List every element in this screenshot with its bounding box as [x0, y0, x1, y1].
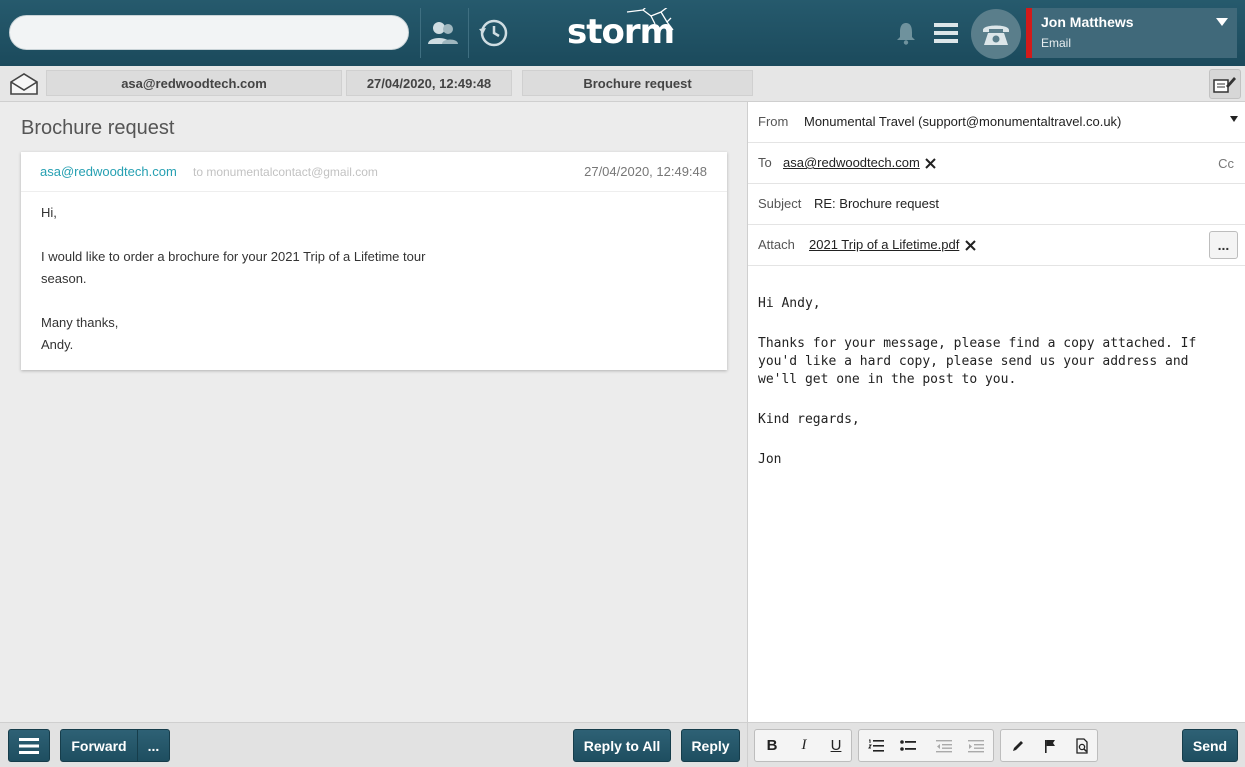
chevron-down-icon[interactable]	[1216, 18, 1228, 26]
phone-button[interactable]	[971, 9, 1021, 59]
user-name: Jon Matthews	[1041, 14, 1134, 30]
message-date: 27/04/2020, 12:49:48	[584, 164, 707, 179]
storm-logo: storm	[565, 8, 680, 58]
popout-button[interactable]	[1209, 69, 1241, 99]
bell-icon[interactable]	[886, 14, 926, 52]
menu-icon[interactable]	[926, 14, 966, 52]
user-channel: Email	[1041, 36, 1072, 50]
close-icon[interactable]	[925, 158, 937, 169]
outdent-button[interactable]	[928, 730, 960, 761]
search-input[interactable]	[9, 15, 409, 50]
message-header: asa@redwoodtech.com to monumentalcontact…	[21, 152, 727, 192]
from-select[interactable]: Monumental Travel (support@monumentaltra…	[804, 114, 1121, 129]
info-from: asa@redwoodtech.com	[46, 70, 342, 96]
forward-more-button[interactable]: ...	[137, 729, 170, 762]
chevron-down-icon[interactable]	[1230, 116, 1238, 122]
top-bar: storm Jon Matthews Email	[0, 0, 1245, 66]
indent-icon	[968, 739, 984, 752]
spellcheck-button[interactable]	[1066, 730, 1098, 761]
message-actions-bar: Forward ... Reply to All Reply	[0, 722, 747, 767]
from-row[interactable]: From Monumental Travel (support@monument…	[748, 102, 1245, 143]
popout-icon	[1213, 77, 1236, 93]
cc-toggle[interactable]: Cc	[1218, 156, 1234, 171]
forward-button[interactable]: Forward	[60, 729, 138, 762]
user-status-box[interactable]: Jon Matthews Email	[1026, 8, 1237, 58]
message-card: asa@redwoodtech.com to monumentalcontact…	[21, 152, 727, 370]
body-line: I would like to order a brochure for you…	[41, 249, 426, 264]
divider	[420, 8, 421, 58]
spellcheck-icon	[1076, 737, 1088, 754]
attach-row: Attach 2021 Trip of a Lifetime.pdf ...	[748, 225, 1245, 266]
message-body: Hi, I would like to order a brochure for…	[21, 192, 727, 366]
body-signature: Andy.	[41, 337, 74, 352]
menu-button[interactable]	[8, 729, 50, 762]
text-style-group: B I U	[754, 729, 852, 762]
compose-editor[interactable]: Hi Andy, Thanks for your message, please…	[758, 295, 1233, 491]
subject-row[interactable]: Subject RE: Brochure request	[748, 184, 1245, 225]
message-title: Brochure request	[21, 117, 175, 139]
italic-button[interactable]: I	[788, 730, 820, 761]
body-line: season.	[41, 271, 87, 286]
underline-button[interactable]: U	[820, 730, 852, 761]
phone-icon	[983, 25, 1009, 45]
reply-button[interactable]: Reply	[681, 729, 740, 762]
menu-icon	[19, 737, 39, 754]
body-greeting: Hi,	[41, 205, 57, 220]
bold-button[interactable]: B	[756, 730, 788, 761]
attachment-link[interactable]: 2021 Trip of a Lifetime.pdf	[809, 237, 959, 252]
compose-paragraph: Thanks for your message, please find a c…	[758, 336, 1197, 387]
contacts-icon[interactable]	[423, 14, 463, 52]
envelope-open-icon	[9, 72, 39, 99]
subject-field[interactable]: RE: Brochure request	[814, 196, 939, 211]
compose-signature: Jon	[758, 452, 782, 467]
info-datetime: 27/04/2020, 12:49:48	[346, 70, 512, 96]
from-label: From	[758, 114, 789, 129]
compose-closing: Kind regards,	[758, 412, 860, 427]
pen-button[interactable]	[1002, 730, 1034, 761]
to-row[interactable]: To asa@redwoodtech.com Cc	[748, 143, 1245, 184]
flag-button[interactable]	[1034, 730, 1066, 761]
recipient-address: to monumentalcontact@gmail.com	[193, 165, 378, 179]
divider	[468, 8, 469, 58]
flag-icon	[1045, 739, 1055, 753]
list-indent-group	[858, 729, 994, 762]
bullet-list-button[interactable]	[892, 730, 924, 761]
sender-address[interactable]: asa@redwoodtech.com	[40, 164, 177, 179]
tools-group	[1000, 729, 1098, 762]
close-icon[interactable]	[965, 240, 976, 251]
message-view: Brochure request asa@redwoodtech.com to …	[0, 102, 747, 722]
reply-all-button[interactable]: Reply to All	[573, 729, 671, 762]
to-recipient-chip[interactable]: asa@redwoodtech.com	[783, 155, 920, 170]
attach-more-button[interactable]: ...	[1209, 231, 1238, 259]
attach-label: Attach	[758, 237, 795, 252]
send-button[interactable]: Send	[1182, 729, 1238, 762]
info-subject: Brochure request	[522, 70, 753, 96]
message-info-strip: asa@redwoodtech.com 27/04/2020, 12:49:48…	[0, 66, 1245, 102]
history-icon[interactable]	[473, 14, 513, 52]
pen-icon	[1013, 740, 1023, 751]
compose-toolbar: B I U Send	[747, 722, 1245, 767]
compose-greeting: Hi Andy,	[758, 296, 821, 311]
compose-pane: From Monumental Travel (support@monument…	[747, 102, 1245, 722]
numbered-list-icon	[868, 739, 884, 752]
numbered-list-button[interactable]	[860, 730, 892, 761]
bullet-list-icon	[900, 739, 916, 751]
to-label: To	[758, 155, 772, 170]
indent-button[interactable]	[960, 730, 992, 761]
body-closing: Many thanks,	[41, 315, 119, 330]
outdent-icon	[936, 739, 952, 752]
logo-text: storm	[567, 12, 675, 52]
subject-label: Subject	[758, 196, 802, 211]
